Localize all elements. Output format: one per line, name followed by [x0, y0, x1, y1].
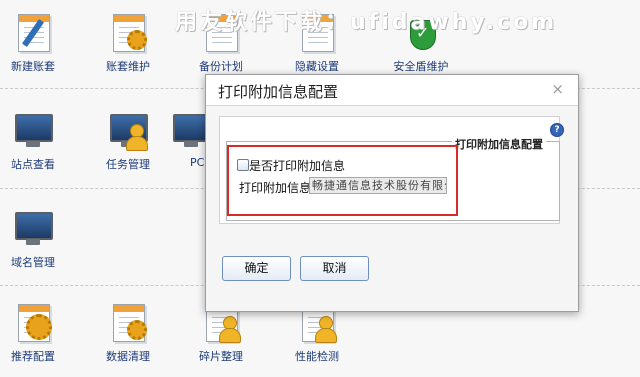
data-cleanup-icon: [107, 302, 149, 344]
close-icon[interactable]: ×: [551, 80, 564, 98]
tile-label: PC: [190, 156, 205, 169]
fieldset-legend: 打印附加信息配置: [452, 136, 546, 152]
tile-label: 账套维护: [106, 60, 150, 73]
monitor-icon: [12, 110, 54, 152]
tile-domain-management[interactable]: 域名管理: [0, 208, 78, 270]
highlight-box: [227, 145, 458, 216]
tile-new-account[interactable]: 新建账套: [0, 12, 78, 74]
monitor-user-icon: [107, 110, 149, 152]
watermark: 用友软件下载：ufidawhy.com: [175, 10, 558, 35]
tile-recommended-config[interactable]: 推荐配置: [0, 302, 78, 364]
new-account-icon: [12, 12, 54, 54]
tile-label: 数据清理: [106, 350, 150, 363]
tile-label: 性能检测: [295, 350, 339, 363]
cancel-button[interactable]: 取消: [300, 256, 369, 281]
monitor-icon: [12, 208, 54, 250]
tile-label: 推荐配置: [11, 350, 55, 363]
tile-label: 安全盾维护: [393, 60, 449, 73]
print-info-config-dialog: 打印附加信息配置 × 打印附加信息配置 ? 是否打印附加信息 打印附加信息 畅捷…: [205, 74, 579, 312]
ok-button[interactable]: 确定: [222, 256, 291, 281]
tile-site-view[interactable]: 站点查看: [0, 110, 78, 172]
account-maintenance-icon: [107, 12, 149, 54]
dialog-title: 打印附加信息配置: [218, 83, 339, 101]
tile-label: 碎片整理: [199, 350, 243, 363]
config-gear-icon: [12, 302, 54, 344]
tile-label: 备份计划: [199, 60, 243, 73]
tile-account-maintenance[interactable]: 账套维护: [83, 12, 173, 74]
tile-label: 域名管理: [11, 256, 55, 269]
tile-label: 隐藏设置: [295, 60, 339, 73]
help-icon[interactable]: ?: [550, 123, 564, 137]
tile-data-cleanup[interactable]: 数据清理: [83, 302, 173, 364]
tile-label: 新建账套: [11, 60, 55, 73]
tile-label: 站点查看: [11, 158, 55, 171]
tile-pc[interactable]: PC: [160, 110, 211, 169]
dialog-title-bar: 打印附加信息配置 ×: [206, 75, 578, 106]
